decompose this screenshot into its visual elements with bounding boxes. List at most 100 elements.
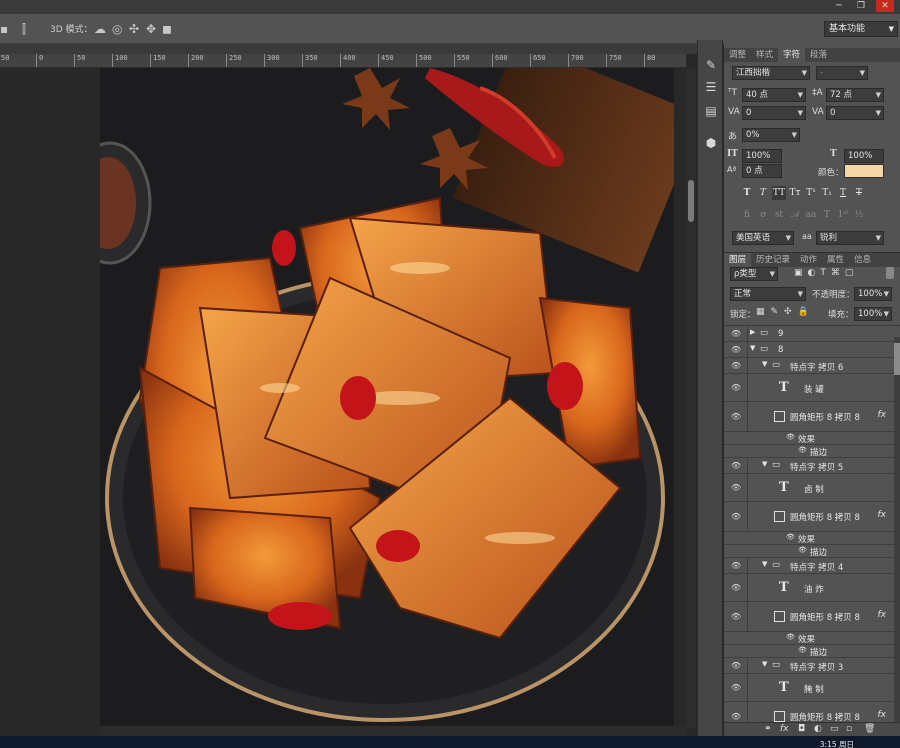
stylistic-button[interactable]: 𝒜 [788,208,802,222]
layer-row[interactable]: 👁 圆角矩形 8 拷贝 8 fx [724,602,894,632]
workspace-select[interactable]: 基本功能 ▼ [824,21,898,37]
visibility-eye-icon[interactable]: 👁 [729,712,743,722]
layer-effect-row[interactable]: 👁 效果 [724,532,894,545]
horizontal-scrollbar[interactable] [100,726,686,736]
trash-icon[interactable]: 🗑 [864,724,875,734]
tab-adjustments[interactable]: 调整 [724,48,751,62]
visibility-eye-icon[interactable]: 👁 [729,412,743,422]
effect-eye-icon[interactable]: 👁 [786,433,795,441]
kerning-field[interactable]: 0 ▼ [742,106,806,120]
fx-icon[interactable]: fx [878,610,887,620]
filter-icons[interactable]: ▣◐T⌘▢ [794,268,858,278]
font-size-field[interactable]: 40 点 ▼ [742,88,806,102]
folder-icon[interactable]: ▭ [830,724,839,734]
small-caps-button[interactable]: Tᴛ [788,186,802,200]
layer-effect-row[interactable]: 👁 效果 [724,432,894,445]
antialias-select[interactable]: 锐利 ▼ [816,231,884,245]
layer-filter-select[interactable]: ρ类型 ▼ [730,267,778,281]
tracking-field[interactable]: 0 ▼ [826,106,884,120]
effect-eye-icon[interactable]: 👁 [798,446,807,454]
visibility-eye-icon[interactable]: 👁 [729,661,743,671]
tab-layers[interactable]: 图层 [724,253,752,267]
tab-paragraph[interactable]: 段落 [805,48,832,62]
canvas-image[interactable] [100,68,674,726]
chevron-down-icon[interactable]: ▼ [750,344,755,352]
layer-group-row[interactable]: 👁 ▼ ▭ 特点字 拷贝 3 [724,658,894,674]
distribute-icon[interactable]: ⫿ [22,14,26,44]
tab-styles[interactable]: 样式 [751,48,778,62]
restore-button[interactable]: ❐ [852,0,870,12]
vertical-scroll-thumb[interactable] [688,180,694,222]
layers-scrollbar[interactable] [894,337,900,723]
baseline-shift-field[interactable]: 0 点 [742,164,782,178]
chevron-down-icon[interactable]: ▼ [762,460,767,468]
layer-group-row[interactable]: 👁 ▼ ▭ 特点字 拷贝 5 [724,458,894,474]
chevron-down-icon[interactable]: ▼ [762,360,767,368]
underline-button[interactable]: T [836,186,850,200]
visibility-eye-icon[interactable]: 👁 [729,329,743,339]
3d-cube-icon[interactable]: ⬢ [702,136,720,154]
fractions-button[interactable]: ½ [852,208,866,222]
mask-icon[interactable]: ◘ [798,724,805,734]
visibility-eye-icon[interactable]: 👁 [729,361,743,371]
layer-effect-row[interactable]: 👁 描边 [724,545,894,558]
ligature-button[interactable]: fi [740,208,754,222]
link-icon[interactable]: ⚭ [764,724,772,734]
superscript-button[interactable]: T¹ [804,186,818,200]
text-color-swatch[interactable] [844,164,884,178]
opacity-field[interactable]: 100% ▼ [854,287,892,301]
layer-group-row[interactable]: 👁 ▼ ▭ 8 [724,342,894,358]
layer-row[interactable]: 👁 T 腌 制 [724,674,894,702]
fill-field[interactable]: 100% ▼ [854,307,892,321]
visibility-eye-icon[interactable]: 👁 [729,683,743,693]
layer-effect-row[interactable]: 👁 描边 [724,445,894,458]
tab-character[interactable]: 字符 [778,48,806,62]
align-icon[interactable]: ▤ [702,104,720,122]
tsume-field[interactable]: 0% ▼ [742,128,800,142]
3d-roll-icon[interactable]: ◎ [112,14,122,44]
subscript-button[interactable]: T₁ [820,186,834,200]
brush-preset-icon[interactable]: ✎ [702,58,720,76]
blend-mode-select[interactable]: 正常 ▼ [730,287,806,301]
layers-scroll-thumb[interactable] [894,343,900,375]
minimize-button[interactable]: ─ [830,0,848,12]
titling-button[interactable]: aa [804,208,818,222]
faux-bold-button[interactable]: T [740,186,754,200]
effect-eye-icon[interactable]: 👁 [798,646,807,654]
fx-icon[interactable]: fx [878,710,887,720]
horizontal-scale-field[interactable]: 100% [844,149,884,163]
old-style-button[interactable]: ơ [756,208,770,222]
vertical-scrollbar[interactable] [686,68,696,728]
3d-pan-icon[interactable]: ✣ [129,14,139,44]
leading-field[interactable]: 72 点 ▼ [826,88,884,102]
visibility-eye-icon[interactable]: 👁 [729,612,743,622]
3d-camera-icon[interactable]: ◼ [162,14,172,44]
layer-row[interactable]: 👁 圆角矩形 8 拷贝 8 fx [724,502,894,532]
visibility-eye-icon[interactable]: 👁 [729,483,743,493]
layer-effect-row[interactable]: 👁 效果 [724,632,894,645]
visibility-eye-icon[interactable]: 👁 [729,512,743,522]
adjustment-icon[interactable]: ◐ [814,724,822,734]
ordinal-st-button[interactable]: 1ˢᵗ [836,208,850,222]
tab-properties[interactable]: 属性 [822,253,849,267]
tool-preset-icon[interactable]: ▪ [0,14,8,44]
faux-italic-button[interactable]: T [756,186,770,200]
effect-eye-icon[interactable]: 👁 [786,533,795,541]
font-family-select[interactable]: 江西拙楷 ▼ [732,66,810,80]
swash-button[interactable]: st [772,208,786,222]
visibility-eye-icon[interactable]: 👁 [729,461,743,471]
ordinals-button[interactable]: T [820,208,834,222]
lock-icons[interactable]: ▦✎✣🔒 [756,307,815,317]
filter-toggle[interactable] [886,267,894,279]
chevron-right-icon[interactable]: ▶ [750,328,755,336]
fx-icon[interactable]: fx [780,724,789,734]
visibility-eye-icon[interactable]: 👁 [729,345,743,355]
layer-group-row[interactable]: 👁 ▼ ▭ 特点字 拷贝 4 [724,558,894,574]
effect-eye-icon[interactable]: 👁 [798,546,807,554]
layer-row[interactable]: 👁 T 油 炸 [724,574,894,602]
vertical-scale-field[interactable]: 100% [742,149,782,163]
language-select[interactable]: 美国英语 ▼ [732,231,794,245]
strikethrough-button[interactable]: T [852,186,866,200]
tab-info[interactable]: 信息 [849,253,876,267]
fx-icon[interactable]: fx [878,510,887,520]
